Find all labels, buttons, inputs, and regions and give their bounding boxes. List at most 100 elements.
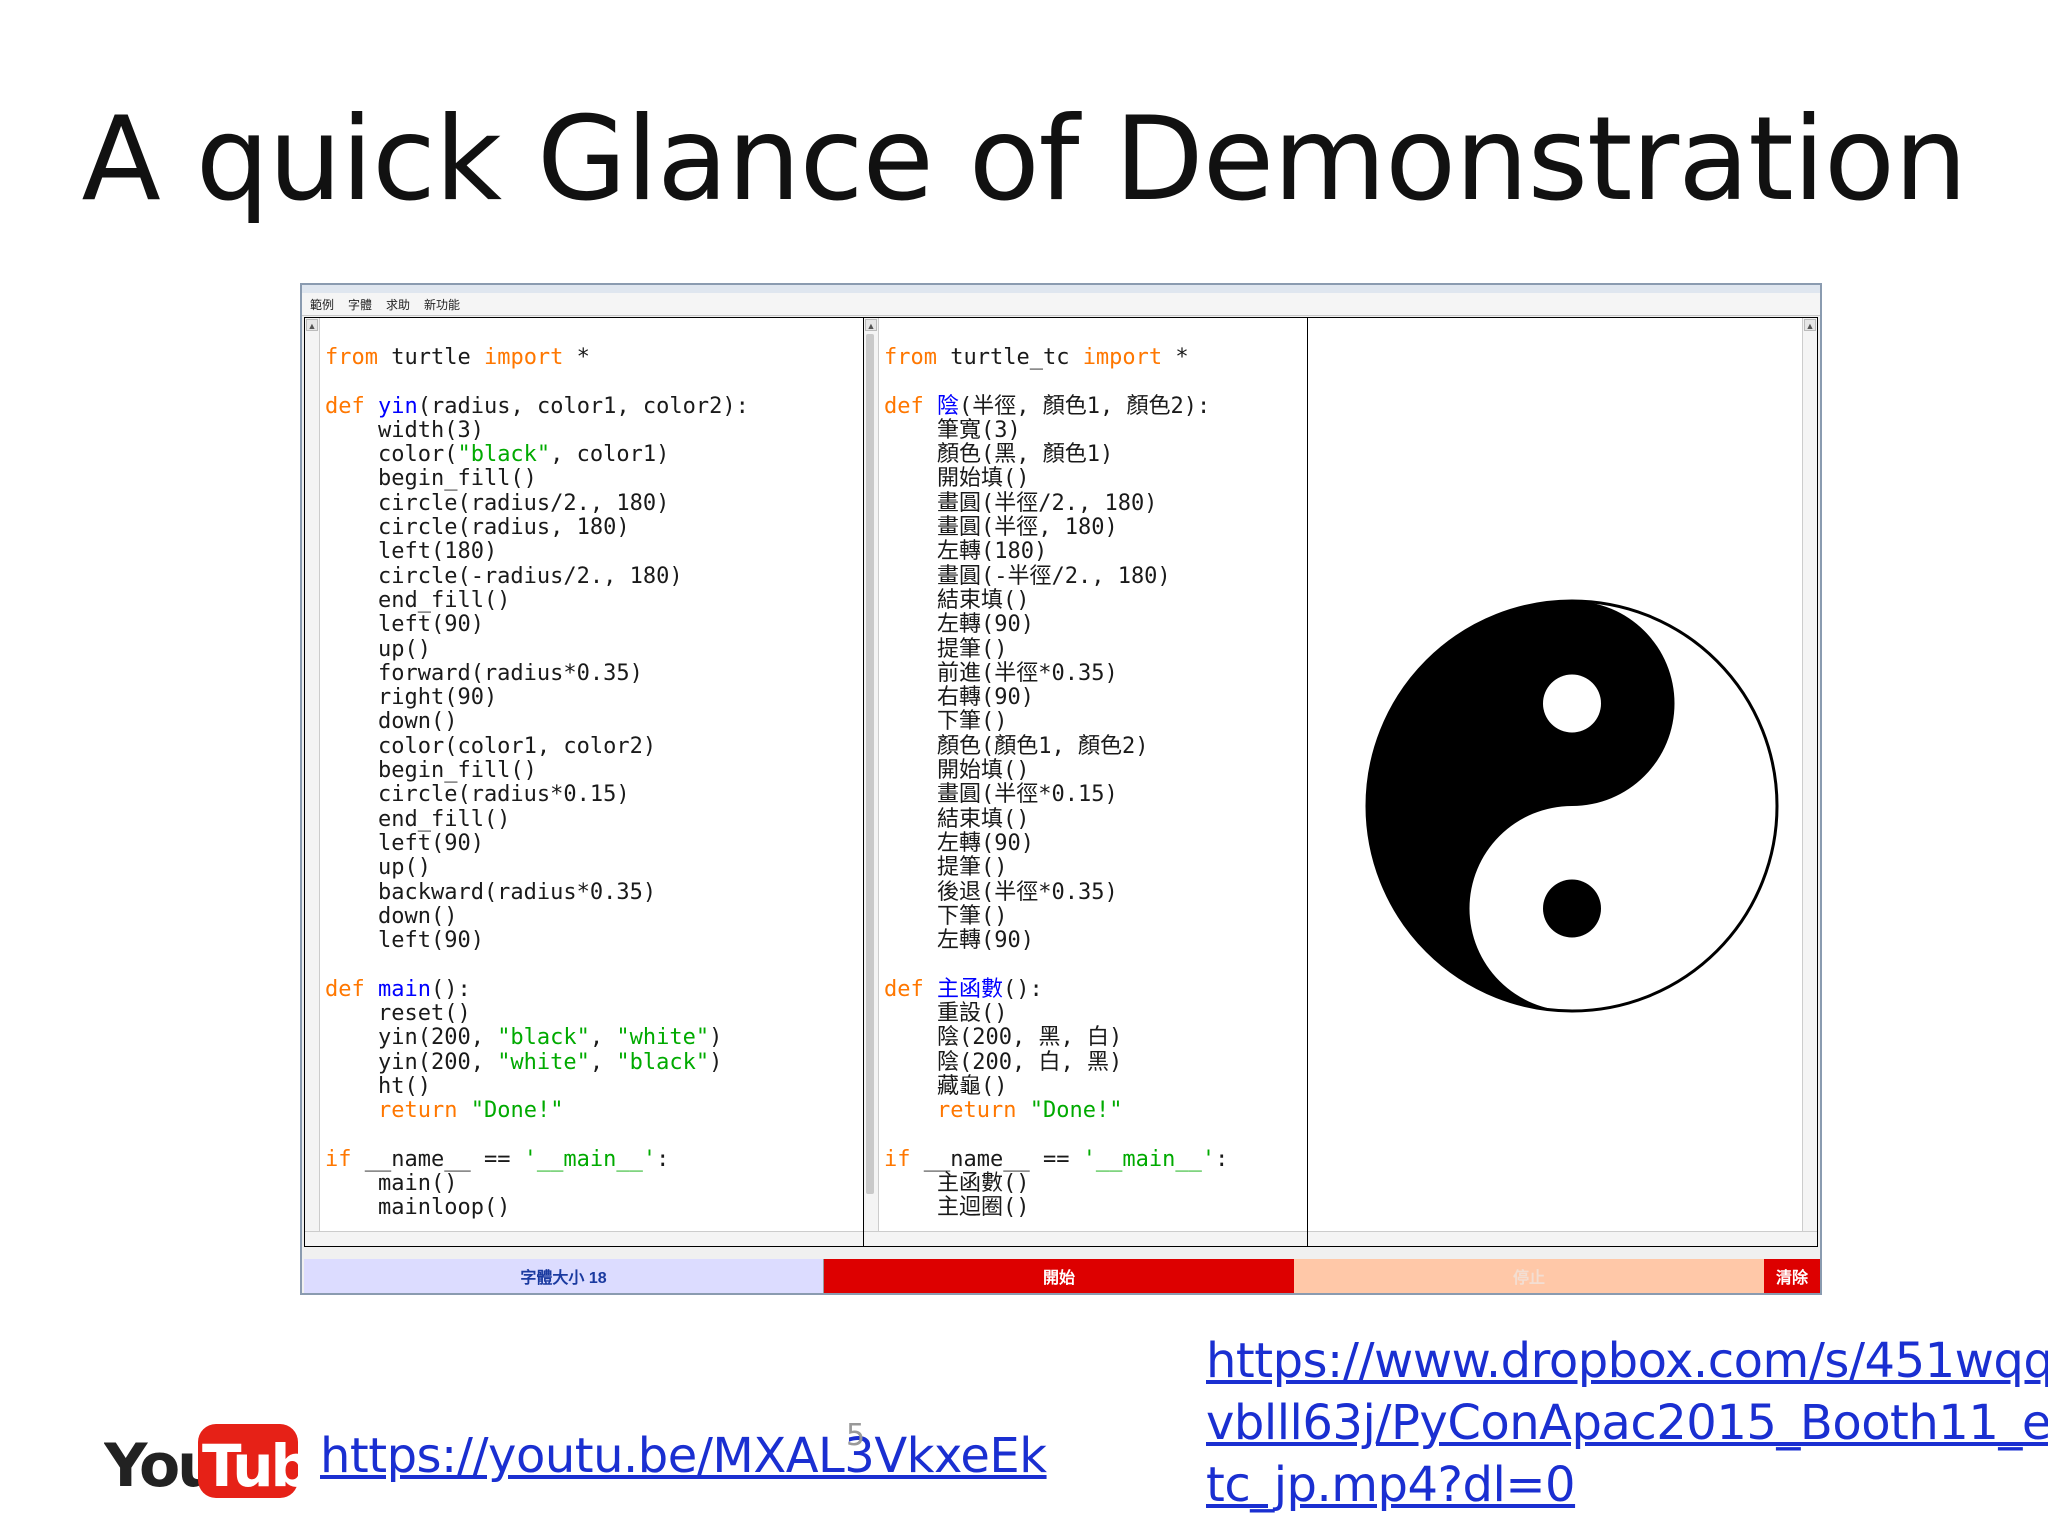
scroll-up-icon[interactable]: ▲ [306, 319, 318, 331]
code-line: circle(radius*0.15) [325, 782, 630, 808]
code-line: def main(): [325, 976, 471, 1002]
code-line: 後退(半徑*0.35) [884, 879, 1118, 905]
code-line: forward(radius*0.35) [325, 660, 643, 686]
code-line: yin(200, "black", "white") [325, 1025, 723, 1051]
code-line: right(90) [325, 685, 498, 711]
start-button[interactable]: 開始 [824, 1259, 1294, 1293]
code-line: end_fill() [325, 806, 511, 832]
code-line: up() [325, 636, 431, 662]
code-line: 畫圓(-半徑/2., 180) [884, 563, 1171, 589]
code-line: 提筆() [884, 855, 1008, 881]
code-line: def 主函數(): [884, 976, 1043, 1002]
code-line: 主迴圈() [884, 1195, 1030, 1221]
code-line: 顏色(顏色1, 顏色2) [884, 733, 1149, 759]
code-line: if __name__ == '__main__': [884, 1146, 1229, 1172]
code-line: begin_fill() [325, 758, 537, 784]
mid-pane-hscroll[interactable] [864, 1231, 1308, 1246]
svg-text:Tube: Tube [202, 1432, 300, 1500]
scroll-thumb[interactable] [866, 334, 874, 1194]
code-line: 結束填() [884, 806, 1030, 832]
code-line: 開始填() [884, 758, 1030, 784]
dropbox-link[interactable]: https://www.dropbox.com/s/451wqq7 vblll6… [1206, 1330, 2048, 1516]
code-line: 畫圓(半徑*0.15) [884, 782, 1118, 808]
code-line: from turtle import * [325, 345, 590, 370]
page-number: 5 [846, 1418, 866, 1453]
code-line: begin_fill() [325, 466, 537, 492]
code-line: 開始填() [884, 466, 1030, 492]
code-line: circle(radius, 180) [325, 515, 630, 541]
code-line: color("black", color1) [325, 442, 670, 468]
code-line: up() [325, 855, 431, 881]
mid-pane-scrollbar[interactable]: ▲ ▼ [864, 318, 879, 1246]
dropbox-link-line-1[interactable]: https://www.dropbox.com/s/451wqq7 [1206, 1330, 2048, 1392]
youtube-logo-icon: You Tube [104, 1424, 300, 1501]
code-line: width(3) [325, 417, 484, 443]
code-line: 結束填() [884, 587, 1030, 613]
code-line: def 陰(半徑, 顏色1, 顏色2): [884, 393, 1211, 419]
code-line: 前進(半徑*0.35) [884, 660, 1118, 686]
code-line: mainloop() [325, 1195, 511, 1221]
turtle-canvas[interactable]: ▲ ▼ [1307, 317, 1818, 1247]
code-line: ht() [325, 1073, 431, 1099]
code-line: reset() [325, 1001, 471, 1027]
code-line: left(180) [325, 539, 498, 565]
english-code-text[interactable]: from turtle import * def yin(radius, col… [325, 345, 749, 1221]
scroll-up-icon[interactable]: ▲ [1804, 319, 1816, 331]
turtle-demo-window: 範例 字體 求助 新功能 ▲ ▼ from turtle import * de… [300, 283, 1822, 1295]
code-line: end_fill() [325, 587, 511, 613]
code-line: 左轉(90) [884, 830, 1034, 856]
chinese-code-pane[interactable]: ▲ ▼ from turtle_tc import * def 陰(半徑, 顏色… [863, 317, 1309, 1247]
code-line: 主函數() [884, 1171, 1030, 1197]
code-line: 下筆() [884, 709, 1008, 735]
canvas-scrollbar[interactable]: ▲ ▼ [1802, 318, 1817, 1246]
dropbox-link-line-3[interactable]: tc_jp.mp4?dl=0 [1206, 1454, 2036, 1516]
code-line: down() [325, 709, 458, 735]
code-line: 左轉(90) [884, 928, 1034, 954]
code-line: if __name__ == '__main__': [325, 1146, 670, 1172]
code-line: circle(radius/2., 180) [325, 490, 670, 516]
code-line: left(90) [325, 928, 484, 954]
dropbox-link-line-2[interactable]: vblll63j/PyConApac2015_Booth11_en_ [1206, 1392, 2048, 1454]
code-line: down() [325, 903, 458, 929]
code-line: 提筆() [884, 636, 1008, 662]
code-line: def yin(radius, color1, color2): [325, 393, 749, 419]
code-line: left(90) [325, 830, 484, 856]
menu-help[interactable]: 求助 [386, 296, 410, 313]
code-line: 陰(200, 白, 黑) [884, 1049, 1123, 1075]
code-line: 重設() [884, 1001, 1008, 1027]
code-line: return "Done!" [377, 1098, 564, 1124]
font-size-button[interactable]: 字體大小 18 [304, 1259, 824, 1293]
yin-yang-drawing-icon [1365, 599, 1779, 1013]
code-line: 左轉(90) [884, 612, 1034, 638]
code-line: yin(200, "white", "black") [325, 1049, 723, 1075]
menu-new-features[interactable]: 新功能 [424, 296, 460, 313]
code-line: left(90) [325, 612, 484, 638]
code-line: 藏龜() [884, 1073, 1008, 1099]
stop-button[interactable]: 停止 [1294, 1259, 1764, 1293]
code-line: 畫圓(半徑/2., 180) [884, 490, 1158, 516]
chinese-code-text[interactable]: from turtle_tc import * def 陰(半徑, 顏色1, 顏… [884, 345, 1229, 1221]
code-line: circle(-radius/2., 180) [325, 563, 683, 589]
youtube-link[interactable]: https://youtu.be/MXAL3VkxeEk [320, 1428, 1047, 1484]
menu-bar: 範例 字體 求助 新功能 [302, 293, 1820, 316]
left-pane-hscroll[interactable] [305, 1231, 865, 1246]
code-line: 右轉(90) [884, 685, 1034, 711]
menu-font[interactable]: 字體 [348, 296, 372, 313]
code-line: color(color1, color2) [325, 733, 657, 759]
menu-examples[interactable]: 範例 [310, 296, 334, 313]
code-line: return "Done!" [936, 1098, 1123, 1124]
code-line: 筆寬(3) [884, 417, 1021, 443]
english-code-pane[interactable]: ▲ ▼ from turtle import * def yin(radius,… [304, 317, 866, 1247]
canvas-hscroll[interactable] [1308, 1231, 1817, 1246]
code-line: 畫圓(半徑, 180) [884, 515, 1118, 541]
scroll-up-icon[interactable]: ▲ [865, 319, 877, 331]
window-titlebar [302, 285, 1820, 293]
left-pane-scrollbar[interactable]: ▲ ▼ [305, 318, 320, 1246]
clear-button[interactable]: 清除 [1764, 1259, 1820, 1293]
code-line: 下筆() [884, 903, 1008, 929]
code-line: from turtle_tc import * [884, 345, 1189, 370]
code-line: 陰(200, 黑, 白) [884, 1025, 1123, 1051]
code-line: main() [325, 1171, 458, 1197]
code-line: 顏色(黑, 顏色1) [884, 442, 1114, 468]
code-line: 左轉(180) [884, 539, 1048, 565]
